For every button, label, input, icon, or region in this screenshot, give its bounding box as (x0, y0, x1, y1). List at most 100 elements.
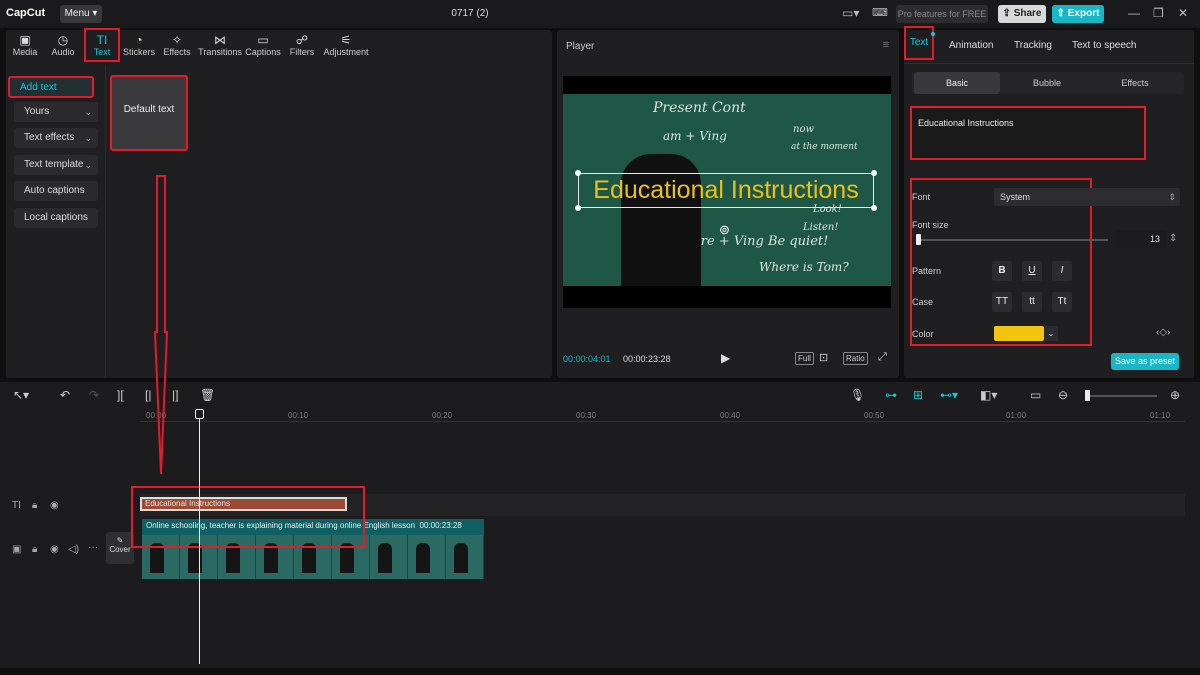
subtab-effects[interactable]: Effects (1092, 72, 1178, 94)
expand-icon[interactable]: ⤢ (878, 351, 887, 364)
redo-icon[interactable]: ↷ (89, 388, 99, 402)
playhead-handle[interactable] (195, 409, 204, 419)
link-icon[interactable]: ⊶ (885, 388, 897, 402)
stickers-icon: ◔ (135, 33, 143, 47)
undo-icon[interactable]: ↶ (60, 388, 70, 402)
zoom-slider-track[interactable] (1085, 395, 1157, 397)
eye-icon[interactable]: ◉ (50, 544, 59, 555)
italic-button[interactable]: I (1052, 261, 1072, 281)
snap-icon[interactable]: ⊞ (913, 388, 923, 402)
tab-text-to-speech[interactable]: Text to speech (1072, 40, 1136, 51)
color-swatch[interactable] (994, 326, 1044, 341)
zoom-out-icon[interactable]: ⊖ (1058, 388, 1068, 402)
font-select[interactable]: System ⇕ (994, 188, 1180, 206)
split-icon[interactable]: ][ (117, 388, 124, 402)
sidebar-item-text-effects[interactable]: Text effects ⌄ (14, 128, 98, 148)
tab-text[interactable]: Text (904, 26, 934, 60)
menu-button[interactable]: Menu ▾ (60, 5, 102, 23)
screen-icon[interactable]: ▭ (1030, 388, 1041, 402)
adjustment-icon: ⚟ (340, 33, 352, 47)
text-content-field[interactable]: Educational Instructions (910, 106, 1146, 160)
keyboard-icon[interactable]: ⌨ (872, 6, 888, 19)
tool-audio[interactable]: ◷ Audio (44, 30, 82, 60)
subtab-basic[interactable]: Basic (914, 72, 1000, 94)
sidebar-item-local-captions[interactable]: Local captions (14, 208, 98, 228)
font-size-input[interactable]: 13 (1116, 230, 1166, 248)
underline-button[interactable]: U (1022, 261, 1042, 281)
close-icon[interactable]: ✕ (1178, 6, 1188, 20)
title-bar: CapCut Menu ▾ 0717 (2) ▭▾ ⌨ Pro features… (0, 0, 1200, 28)
tool-effects[interactable]: ✧ Effects (158, 30, 196, 60)
stepper-icon[interactable]: ⇕ (1169, 233, 1177, 244)
microphone-icon[interactable]: 🎙 (850, 388, 865, 402)
sidebar-item-auto-captions[interactable]: Auto captions (14, 181, 98, 201)
subtab-bubble[interactable]: Bubble (1004, 72, 1090, 94)
play-icon[interactable]: ▶ (721, 351, 730, 365)
sidebar-item-text-template[interactable]: Text template ⌄ (14, 155, 98, 175)
fullscreen-quality-button[interactable]: Full (795, 352, 814, 365)
titlecase-button[interactable]: Tt (1052, 292, 1072, 312)
share-button[interactable]: ⇪ Share (998, 5, 1046, 23)
zoom-slider-handle[interactable] (1085, 390, 1090, 401)
tool-filters[interactable]: ☍ Filters (283, 30, 321, 60)
tool-adjustment[interactable]: ⚟ Adjustment (322, 30, 370, 60)
project-title: 0717 (2) (451, 8, 489, 19)
ratio-button[interactable]: Ratio (843, 352, 868, 365)
preview-axis-icon[interactable]: ◧▾ (980, 388, 997, 402)
annotation-arrow (153, 175, 169, 475)
sidebar-item-yours[interactable]: Yours ⌄ (14, 102, 98, 122)
tool-stickers[interactable]: ◔ Stickers (120, 30, 158, 60)
chevron-down-icon[interactable]: ⌄ (1044, 326, 1058, 341)
app-logo: CapCut (6, 7, 46, 19)
resize-handle[interactable] (871, 205, 877, 211)
resize-handle[interactable] (575, 170, 581, 176)
lowercase-button[interactable]: tt (1022, 292, 1042, 312)
font-size-slider-track[interactable] (916, 239, 1108, 241)
media-icon: ▣ (19, 33, 31, 47)
player-menu-icon[interactable]: ≡ (883, 39, 889, 51)
inspector-panel: Text Animation Tracking Text to speech B… (904, 26, 1194, 378)
zoom-in-icon[interactable]: ⊕ (1170, 388, 1180, 402)
uppercase-button[interactable]: TT (992, 292, 1012, 312)
bold-button[interactable]: B (992, 261, 1012, 281)
keyframe-icon[interactable]: ‹◇› (1156, 327, 1170, 338)
magnet-icon[interactable]: ⊷▾ (940, 388, 958, 402)
resize-handle[interactable] (575, 205, 581, 211)
chevron-down-icon: ⌄ (84, 107, 92, 117)
tool-transitions[interactable]: ⋈ Transitions (198, 30, 242, 60)
rotate-icon[interactable]: ⊚ (719, 222, 730, 238)
tool-captions[interactable]: ▭ Captions (244, 30, 282, 60)
tool-text[interactable]: TI Text (84, 28, 120, 62)
more-icon[interactable]: ··· (88, 542, 98, 553)
eye-icon[interactable]: ◉ (50, 500, 59, 511)
minimize-icon[interactable]: — (1128, 6, 1140, 20)
ruler-label: 00:30 (576, 411, 597, 420)
layout-icon[interactable]: ▭▾ (842, 6, 859, 20)
save-preset-button[interactable]: Save as preset (1111, 353, 1179, 370)
video-preview[interactable]: Present Cont am + Ving now at the moment… (563, 76, 891, 308)
cover-button[interactable]: ✎ Cover (106, 532, 134, 564)
tool-media[interactable]: ▣ Media (6, 30, 44, 60)
volume-icon[interactable]: ◁) (68, 544, 79, 555)
delete-icon[interactable]: 🗑 (200, 388, 215, 402)
audio-icon: ◷ (57, 33, 69, 47)
lock-icon[interactable]: 🔒︎ (32, 500, 37, 511)
font-size-slider-handle[interactable] (916, 234, 921, 245)
tab-animation[interactable]: Animation (949, 40, 993, 51)
lock-icon[interactable]: 🔒︎ (32, 544, 37, 555)
default-text-card[interactable]: Default text (110, 75, 188, 151)
playhead[interactable] (199, 412, 200, 664)
export-button[interactable]: ⇧ Export (1052, 5, 1104, 23)
font-size-label: Font size (912, 220, 949, 230)
text-icon: TI (96, 33, 108, 47)
sidebar-item-add-text[interactable]: Add text (8, 76, 94, 98)
select-tool-icon[interactable]: ↖▾ (13, 388, 29, 402)
resize-handle[interactable] (871, 170, 877, 176)
pro-features-button[interactable]: Pro features for FREE (896, 5, 988, 23)
maximize-icon[interactable]: ❐ (1153, 6, 1164, 20)
board-line: am + Ving (663, 129, 727, 143)
text-overlay[interactable]: Educational Instructions (578, 176, 874, 205)
crop-icon[interactable]: ⊡ (819, 351, 828, 364)
filters-icon: ☍ (295, 33, 309, 47)
tab-tracking[interactable]: Tracking (1014, 40, 1052, 51)
